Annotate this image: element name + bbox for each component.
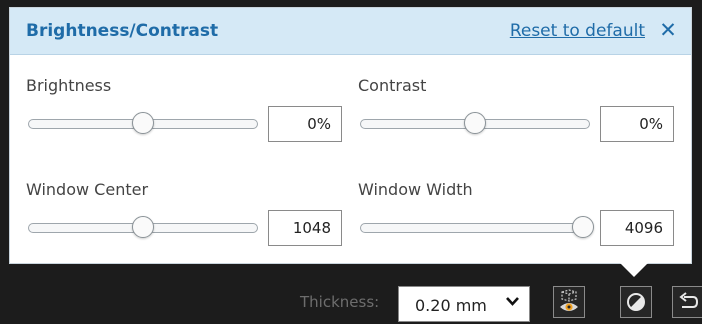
- thickness-select[interactable]: 0.20 mm: [398, 286, 530, 322]
- contrast-label: Contrast: [358, 76, 427, 95]
- slider-thumb[interactable]: [132, 216, 154, 238]
- slider-thumb[interactable]: [464, 112, 486, 134]
- bottom-toolbar: Thickness: 0.20 mm: [0, 278, 702, 324]
- thickness-label: Thickness:: [300, 293, 380, 311]
- volume-eye-button[interactable]: [553, 286, 585, 318]
- contrast-button[interactable]: [620, 286, 652, 318]
- undo-button[interactable]: [672, 286, 702, 318]
- brightness-contrast-panel: Brightness/Contrast Reset to default ✕ B…: [9, 7, 692, 264]
- panel-title: Brightness/Contrast: [26, 21, 219, 41]
- slider-thumb[interactable]: [132, 112, 154, 134]
- window-width-value-field[interactable]: 4096: [600, 210, 674, 246]
- popover-pointer: [620, 263, 648, 277]
- window-width-slider[interactable]: [360, 216, 595, 240]
- chevron-down-icon: [506, 295, 519, 310]
- window-center-slider[interactable]: [28, 216, 258, 240]
- contrast-slider[interactable]: [360, 112, 590, 136]
- reset-to-default-link[interactable]: Reset to default: [510, 21, 645, 41]
- brightness-value-field[interactable]: 0%: [268, 106, 342, 142]
- contrast-value-field[interactable]: 0%: [600, 106, 674, 142]
- window-center-value-field[interactable]: 1048: [268, 210, 342, 246]
- close-icon[interactable]: ✕: [657, 19, 679, 41]
- window-center-label: Window Center: [26, 180, 149, 199]
- slider-track: [360, 223, 590, 233]
- slider-thumb[interactable]: [572, 216, 595, 238]
- panel-header: Brightness/Contrast Reset to default ✕: [10, 8, 691, 55]
- brightness-label: Brightness: [26, 76, 112, 95]
- thickness-value: 0.20 mm: [415, 296, 487, 315]
- window-width-label: Window Width: [358, 180, 473, 199]
- brightness-slider[interactable]: [28, 112, 258, 136]
